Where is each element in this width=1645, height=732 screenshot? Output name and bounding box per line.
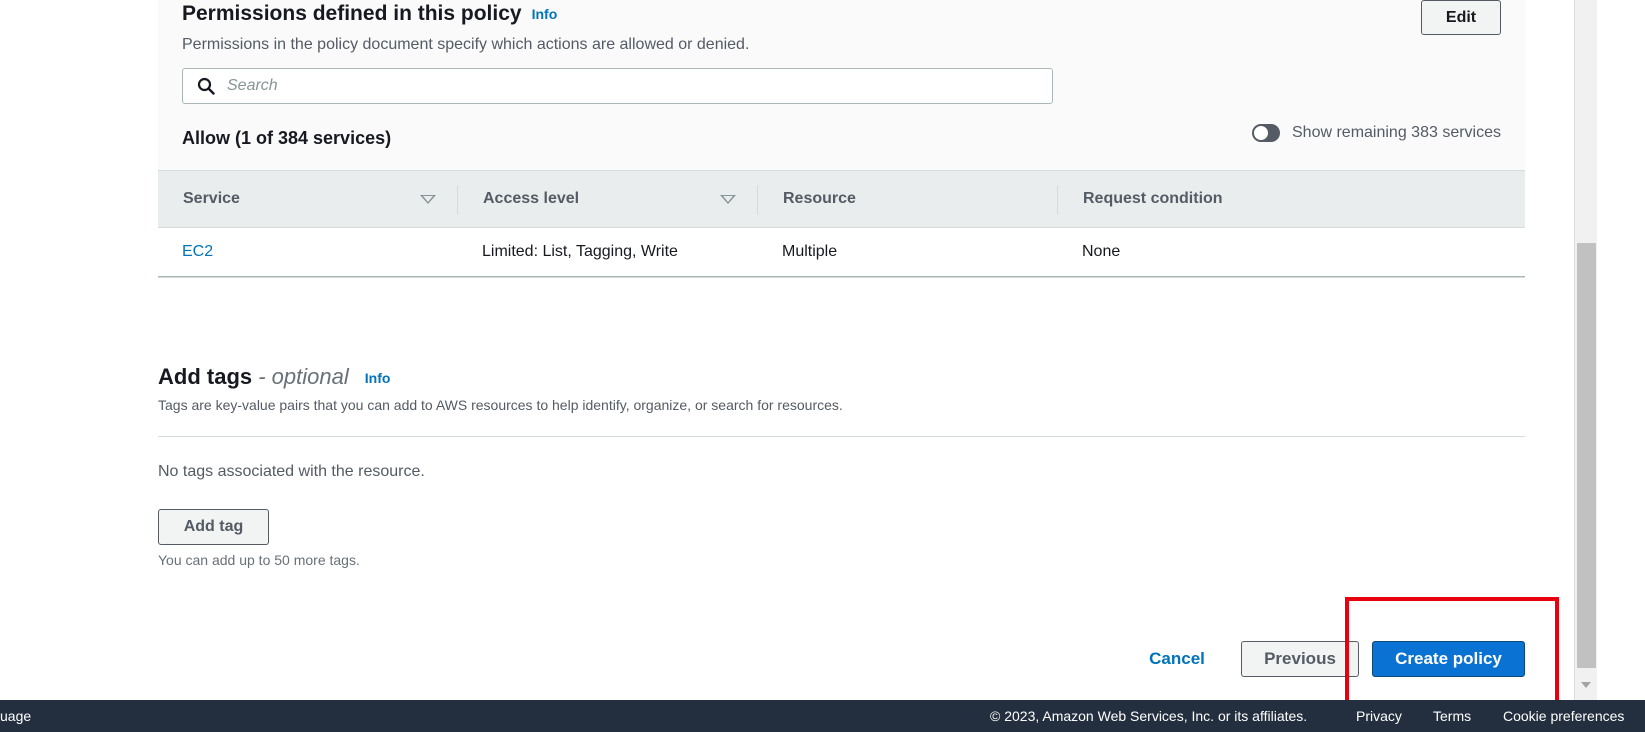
footer-privacy-link[interactable]: Privacy — [1356, 708, 1402, 724]
show-remaining-services[interactable]: Show remaining 383 services — [1252, 124, 1501, 142]
column-header-service[interactable]: Service — [158, 171, 458, 227]
tags-title: Add tags - optional Info — [158, 364, 390, 390]
vertical-scrollbar[interactable] — [1574, 0, 1597, 700]
column-header-access-level[interactable]: Access level — [458, 171, 758, 227]
cell-request-condition: None — [1082, 243, 1121, 260]
tags-optional-label: - optional — [252, 364, 349, 389]
search-icon — [197, 77, 215, 95]
page: Permissions defined in this policy Info P… — [0, 0, 1645, 732]
cell-resource: Multiple — [782, 243, 838, 260]
search-input[interactable] — [227, 77, 1027, 95]
service-link-ec2[interactable]: EC2 — [182, 243, 213, 261]
column-header-label: Service — [183, 190, 240, 207]
footer-language-link[interactable]: uage — [0, 708, 31, 724]
sort-caret-icon[interactable] — [420, 195, 436, 204]
column-header-label: Access level — [483, 190, 580, 207]
permissions-info-link[interactable]: Info — [532, 6, 558, 22]
column-header-label: Resource — [783, 190, 856, 207]
add-tag-note: You can add up to 50 more tags. — [158, 552, 360, 568]
tags-description: Tags are key-value pairs that you can ad… — [158, 397, 843, 413]
column-header-request-condition: Request condition — [1058, 171, 1525, 227]
footer-terms-link[interactable]: Terms — [1433, 708, 1471, 724]
permissions-title-text: Permissions defined in this policy — [182, 2, 522, 25]
cell-service: EC2 — [158, 228, 458, 276]
scrollbar-thumb[interactable] — [1577, 243, 1596, 668]
table-row: EC2 Limited: List, Tagging, Write Multip… — [158, 228, 1525, 277]
column-header-label: Request condition — [1083, 190, 1223, 207]
create-policy-button[interactable]: Create policy — [1372, 641, 1525, 677]
tags-info-link[interactable]: Info — [365, 370, 391, 386]
column-header-resource: Resource — [758, 171, 1058, 227]
tags-divider — [158, 436, 1525, 437]
sort-caret-icon[interactable] — [720, 195, 736, 204]
previous-button[interactable]: Previous — [1241, 641, 1359, 677]
scroll-down-arrow-icon[interactable] — [1581, 682, 1591, 688]
add-tag-button[interactable]: Add tag — [158, 509, 269, 545]
allow-heading: Allow (1 of 384 services) — [182, 128, 392, 148]
tags-title-text: Add tags — [158, 364, 253, 389]
cell-access-level: Limited: List, Tagging, Write — [482, 243, 678, 260]
permissions-panel: Permissions defined in this policy Info P… — [158, 0, 1525, 278]
toggle-label: Show remaining 383 services — [1292, 124, 1501, 141]
edit-button[interactable]: Edit — [1421, 0, 1501, 35]
no-tags-text: No tags associated with the resource. — [158, 463, 425, 480]
permissions-description: Permissions in the policy document speci… — [182, 36, 750, 53]
toggle-switch[interactable] — [1252, 124, 1280, 142]
footer-cookie-link[interactable]: Cookie preferences — [1503, 708, 1624, 724]
permissions-table: Service Access level Resource Request co… — [158, 170, 1525, 277]
permissions-search-box[interactable] — [182, 68, 1053, 104]
footer-copyright: © 2023, Amazon Web Services, Inc. or its… — [990, 708, 1308, 724]
cancel-button[interactable]: Cancel — [1140, 641, 1214, 677]
permissions-title: Permissions defined in this policy Info — [182, 2, 557, 26]
table-header-row: Service Access level Resource Request co… — [158, 170, 1525, 228]
bottom-footer-bar: uage © 2023, Amazon Web Services, Inc. o… — [0, 700, 1645, 732]
